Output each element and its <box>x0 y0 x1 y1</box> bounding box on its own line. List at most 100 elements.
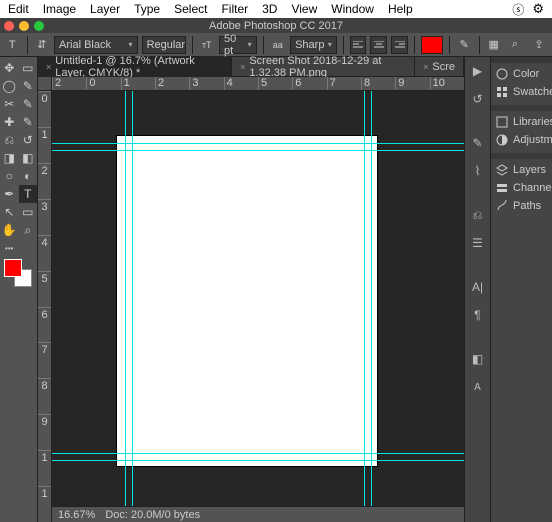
zoom-tool[interactable]: ⌕ <box>19 221 38 239</box>
guide-horizontal[interactable] <box>52 143 464 144</box>
guide-vertical[interactable] <box>371 91 372 506</box>
panel-paths[interactable]: Paths <box>491 197 552 215</box>
app-title: Adobe Photoshop CC 2017 <box>209 20 343 32</box>
os-menubar: Edit Image Layer Type Select Filter 3D V… <box>0 0 552 18</box>
menu-layer[interactable]: Layer <box>90 2 120 16</box>
tab-untitled-1[interactable]: ×Untitled-1 @ 16.7% (Artwork Layer, CMYK… <box>38 57 232 77</box>
brush-settings-icon[interactable]: ✎ <box>468 133 488 153</box>
text-color-swatch[interactable] <box>421 36 443 54</box>
panel-channels[interactable]: Channels <box>491 179 552 197</box>
traffic-lights <box>4 21 44 31</box>
doc-info[interactable]: Doc: 20.0M/0 bytes <box>105 509 200 521</box>
play-icon[interactable]: ▶ <box>468 61 488 81</box>
menu-edit[interactable]: Edit <box>8 2 29 16</box>
artboard[interactable] <box>117 136 377 466</box>
align-left-button[interactable] <box>350 36 367 54</box>
menubar-icon[interactable]: ⚙ <box>532 1 544 18</box>
close-tab-icon[interactable]: × <box>240 62 245 72</box>
panel-adjustments[interactable]: Adjustment. <box>491 131 552 149</box>
menu-window[interactable]: Window <box>331 2 374 16</box>
antialias-select[interactable]: Sharp▾ <box>290 36 337 54</box>
move-tool[interactable]: ✥ <box>0 59 19 77</box>
shape-tool[interactable]: ▭ <box>19 203 38 221</box>
toolbox: ✥▭ ◯✎ ✂✎ ✚✎ ⎌↺ ◨◧ ○◐ ✒T ↖▭ ✋⌕ ••• <box>0 57 38 522</box>
pen-tool[interactable]: ✒ <box>0 185 19 203</box>
eraser-tool[interactable]: ◨ <box>0 149 19 167</box>
history-brush-tool[interactable]: ↺ <box>19 131 38 149</box>
lasso-tool[interactable]: ◯ <box>0 77 19 95</box>
hand-tool[interactable]: ✋ <box>0 221 19 239</box>
ruler-origin[interactable] <box>38 77 52 91</box>
panels-dock: Color Swatches Libraries Adjustment. Lay… <box>490 57 552 522</box>
zoom-level[interactable]: 16.67% <box>58 509 95 521</box>
search-icon[interactable]: ⌕ <box>506 36 524 54</box>
brush-tool[interactable]: ✎ <box>19 113 38 131</box>
path-select-tool[interactable]: ↖ <box>0 203 19 221</box>
quick-select-tool[interactable]: ✎ <box>19 77 38 95</box>
eyedropper-tool[interactable]: ✎ <box>19 95 38 113</box>
guide-horizontal[interactable] <box>52 460 464 461</box>
window-titlebar: Adobe Photoshop CC 2017 <box>0 18 552 33</box>
more-tools[interactable]: ••• <box>0 239 19 257</box>
panel-color[interactable]: Color <box>491 65 552 83</box>
foreground-color[interactable] <box>4 259 22 277</box>
guide-vertical[interactable] <box>132 91 133 506</box>
skype-icon[interactable]: ⓢ <box>512 1 524 18</box>
glyphs-icon[interactable]: A <box>468 377 488 397</box>
paragraph-icon[interactable]: ¶ <box>468 305 488 325</box>
font-family-select[interactable]: Arial Black▾ <box>54 36 138 54</box>
guide-vertical[interactable] <box>364 91 365 506</box>
brushes-icon[interactable]: ⌇ <box>468 161 488 181</box>
minimize-window[interactable] <box>19 21 29 31</box>
menu-3d[interactable]: 3D <box>262 2 277 16</box>
font-size-icon: тT <box>198 36 215 54</box>
guide-vertical[interactable] <box>125 91 126 506</box>
gradient-tool[interactable]: ◧ <box>19 149 38 167</box>
clone-source-icon[interactable]: ⎌ <box>468 205 488 225</box>
align-panel-icon[interactable]: ☰ <box>468 233 488 253</box>
guide-horizontal[interactable] <box>52 453 464 454</box>
options-bar: T ⇵ Arial Black▾ Regular тT 50 pt▾ aa Sh… <box>0 33 552 57</box>
close-tab-icon[interactable]: × <box>46 62 51 72</box>
layer-comps-icon[interactable]: ◧ <box>468 349 488 369</box>
menu-view[interactable]: View <box>291 2 317 16</box>
clone-tool[interactable]: ⎌ <box>0 131 19 149</box>
panel-swatches[interactable]: Swatches <box>491 83 552 101</box>
menu-select[interactable]: Select <box>174 2 207 16</box>
character-panel-button[interactable]: ▦ <box>485 36 502 54</box>
align-center-button[interactable] <box>370 36 387 54</box>
share-icon[interactable]: ⇪ <box>530 36 548 54</box>
panel-libraries[interactable]: Libraries <box>491 113 552 131</box>
orientation-toggle[interactable]: ⇵ <box>33 36 50 54</box>
type-tool-icon[interactable]: T <box>4 36 21 54</box>
menu-filter[interactable]: Filter <box>221 2 248 16</box>
warp-text-button[interactable]: ✎ <box>456 36 473 54</box>
crop-tool[interactable]: ✂ <box>0 95 19 113</box>
tab-screenshot[interactable]: ×Screen Shot 2018-12-29 at 1.32.38 PM.pn… <box>232 57 415 77</box>
font-size-select[interactable]: 50 pt▾ <box>219 36 257 54</box>
canvas-viewport[interactable] <box>52 91 464 506</box>
ruler-vertical[interactable]: 012345678911 <box>38 91 52 522</box>
character-icon[interactable]: A| <box>468 277 488 297</box>
collapsed-panels-left: ▶ ↺ ✎ ⌇ ⎌ ☰ A| ¶ ◧ A <box>464 57 490 522</box>
healing-tool[interactable]: ✚ <box>0 113 19 131</box>
marquee-tool[interactable]: ▭ <box>19 59 38 77</box>
panel-layers[interactable]: Layers <box>491 161 552 179</box>
guide-horizontal[interactable] <box>52 150 464 151</box>
align-right-button[interactable] <box>391 36 408 54</box>
tab-scre[interactable]: ×Scre <box>415 57 464 77</box>
close-tab-icon[interactable]: × <box>423 62 428 72</box>
zoom-window[interactable] <box>34 21 44 31</box>
color-swatches <box>0 257 37 291</box>
blur-tool[interactable]: ○ <box>0 167 19 185</box>
close-window[interactable] <box>4 21 14 31</box>
type-tool[interactable]: T <box>19 185 38 203</box>
status-bar: 16.67% Doc: 20.0M/0 bytes <box>52 506 464 522</box>
menu-image[interactable]: Image <box>43 2 76 16</box>
dodge-tool[interactable]: ◐ <box>19 167 38 185</box>
menu-type[interactable]: Type <box>134 2 160 16</box>
menu-help[interactable]: Help <box>388 2 413 16</box>
ruler-horizontal[interactable]: 2012345678910 <box>52 77 464 91</box>
history-icon[interactable]: ↺ <box>468 89 488 109</box>
font-style-select[interactable]: Regular <box>142 36 186 54</box>
